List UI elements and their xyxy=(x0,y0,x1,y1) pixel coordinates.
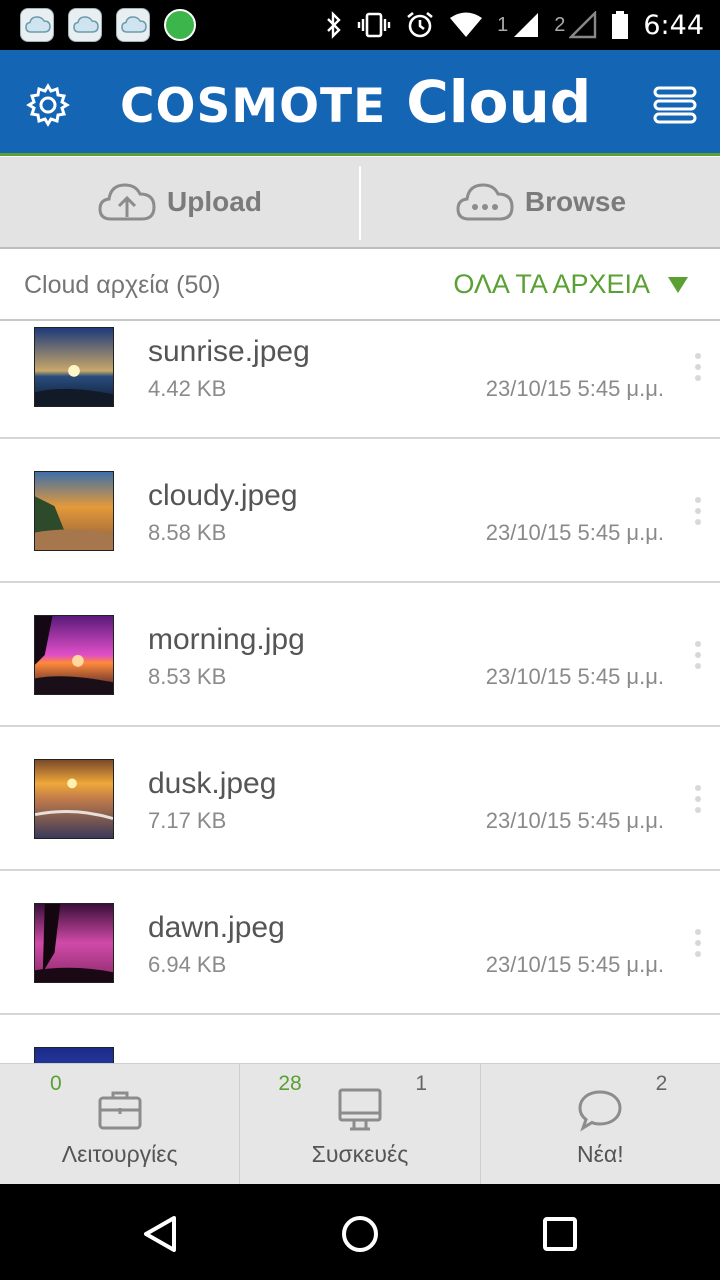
cloud-browse-icon xyxy=(456,183,514,221)
file-date: 23/10/15 5:45 μ.μ. xyxy=(485,808,664,833)
settings-gear-icon[interactable] xyxy=(26,83,70,127)
devices-badge-green: 28 xyxy=(278,1072,302,1095)
clock: 6:44 xyxy=(643,9,704,41)
news-badge: 2 xyxy=(655,1072,668,1095)
cloud-notification-icon xyxy=(68,8,102,42)
monitor-icon xyxy=(338,1088,382,1131)
list-item[interactable]: dawn.jpeg 6.94 KB 23/10/15 5:45 μ.μ. xyxy=(0,871,720,1015)
alarm-icon xyxy=(407,11,433,38)
file-thumbnail xyxy=(34,615,114,695)
system-navigation-bar xyxy=(0,1184,720,1280)
file-thumbnail xyxy=(34,471,114,551)
list-item[interactable] xyxy=(0,1015,720,1063)
file-size: 7.17 KB xyxy=(148,808,227,833)
devices-badge-grey: 1 xyxy=(415,1072,428,1095)
file-size: 8.53 KB xyxy=(148,664,227,689)
sim1-label: 1 xyxy=(497,13,509,36)
list-item[interactable]: morning.jpg 8.53 KB 23/10/15 5:45 μ.μ. xyxy=(0,583,720,727)
list-item[interactable]: cloudy.jpeg 8.58 KB 23/10/15 5:45 μ.μ. xyxy=(0,439,720,583)
chat-bubble-icon xyxy=(578,1090,622,1132)
file-count-label: Cloud αρχεία (50) xyxy=(24,271,221,299)
list-item[interactable]: sunrise.jpeg 4.42 KB 23/10/15 5:45 μ.μ. xyxy=(0,321,720,439)
file-thumbnail xyxy=(34,327,114,407)
file-date: 23/10/15 5:45 μ.μ. xyxy=(485,952,664,977)
app-header: COSMOTE Cloud xyxy=(0,50,720,156)
more-options-icon[interactable] xyxy=(692,497,704,533)
more-options-icon[interactable] xyxy=(692,353,704,389)
more-options-icon[interactable] xyxy=(692,641,704,677)
system-icons: 1 2 6:44 xyxy=(325,8,704,42)
app-logo: COSMOTE Cloud xyxy=(120,68,600,138)
functions-badge: 0 xyxy=(50,1072,62,1095)
file-size: 6.94 KB xyxy=(148,952,227,977)
notification-icons xyxy=(20,8,196,42)
file-date: 23/10/15 5:45 μ.μ. xyxy=(485,376,664,401)
action-bar: Upload Browse xyxy=(0,157,720,249)
tab-label: Λειτουργίες xyxy=(61,1141,178,1167)
more-options-icon[interactable] xyxy=(692,785,704,821)
tab-devices[interactable]: 28 1 Συσκευές xyxy=(240,1064,481,1184)
file-date: 23/10/15 5:45 μ.μ. xyxy=(485,664,664,689)
upload-label: Upload xyxy=(167,186,262,217)
file-size: 8.58 KB xyxy=(148,520,227,545)
file-filter-bar: Cloud αρχεία (50) ΟΛΑ ΤΑ ΑΡΧΕΙΑ xyxy=(0,249,720,321)
bluetooth-icon xyxy=(327,11,341,39)
logo-brand: COSMOTE xyxy=(120,79,387,134)
briefcase-icon xyxy=(98,1091,142,1130)
file-date: 23/10/15 5:45 μ.μ. xyxy=(485,520,664,545)
file-type-dropdown[interactable]: ΟΛΑ ΤΑ ΑΡΧΕΙΑ xyxy=(453,269,688,300)
browse-button[interactable]: Browse xyxy=(361,157,720,247)
file-name: morning.jpg xyxy=(148,623,305,656)
status-bar: 1 2 6:44 xyxy=(0,0,720,50)
more-options-icon[interactable] xyxy=(692,929,704,965)
green-dot-notification-icon xyxy=(164,9,196,41)
battery-icon xyxy=(612,11,629,39)
recents-icon[interactable] xyxy=(538,1212,582,1256)
file-name: dawn.jpeg xyxy=(148,911,285,944)
file-thumbnail xyxy=(34,1047,114,1063)
file-name: cloudy.jpeg xyxy=(148,479,298,512)
signal-icon xyxy=(569,11,597,39)
file-size: 4.42 KB xyxy=(148,376,227,401)
browse-label: Browse xyxy=(524,186,627,217)
file-thumbnail xyxy=(34,903,114,983)
upload-button[interactable]: Upload xyxy=(0,157,359,247)
dropdown-label: ΟΛΑ ΤΑ ΑΡΧΕΙΑ xyxy=(453,269,650,299)
menu-icon[interactable] xyxy=(652,82,698,128)
cloud-notification-icon xyxy=(116,8,150,42)
file-thumbnail xyxy=(34,759,114,839)
logo-product: Cloud xyxy=(406,68,592,136)
file-name: sunrise.jpeg xyxy=(148,335,310,368)
file-list[interactable]: sunrise.jpeg 4.42 KB 23/10/15 5:45 μ.μ. … xyxy=(0,321,720,1063)
home-icon[interactable] xyxy=(338,1212,382,1256)
wifi-icon xyxy=(450,12,483,37)
signal-icon xyxy=(514,13,539,37)
vibrate-icon xyxy=(357,12,391,38)
dropdown-arrow-icon xyxy=(668,276,688,293)
cloud-notification-icon xyxy=(20,8,54,42)
back-icon[interactable] xyxy=(138,1212,182,1256)
tab-label: Νέα! xyxy=(577,1141,624,1167)
list-item[interactable]: dusk.jpeg 7.17 KB 23/10/15 5:45 μ.μ. xyxy=(0,727,720,871)
tab-functions[interactable]: 0 Λειτουργίες xyxy=(0,1064,241,1184)
cloud-upload-icon xyxy=(98,183,156,221)
file-name: dusk.jpeg xyxy=(148,767,277,800)
sim2-label: 2 xyxy=(554,13,566,36)
tab-news[interactable]: 2 Νέα! xyxy=(481,1064,720,1184)
bottom-tab-bar: 0 Λειτουργίες 28 1 Συσκευές 2 Νέα! xyxy=(0,1063,720,1184)
tab-label: Συσκευές xyxy=(311,1141,409,1167)
